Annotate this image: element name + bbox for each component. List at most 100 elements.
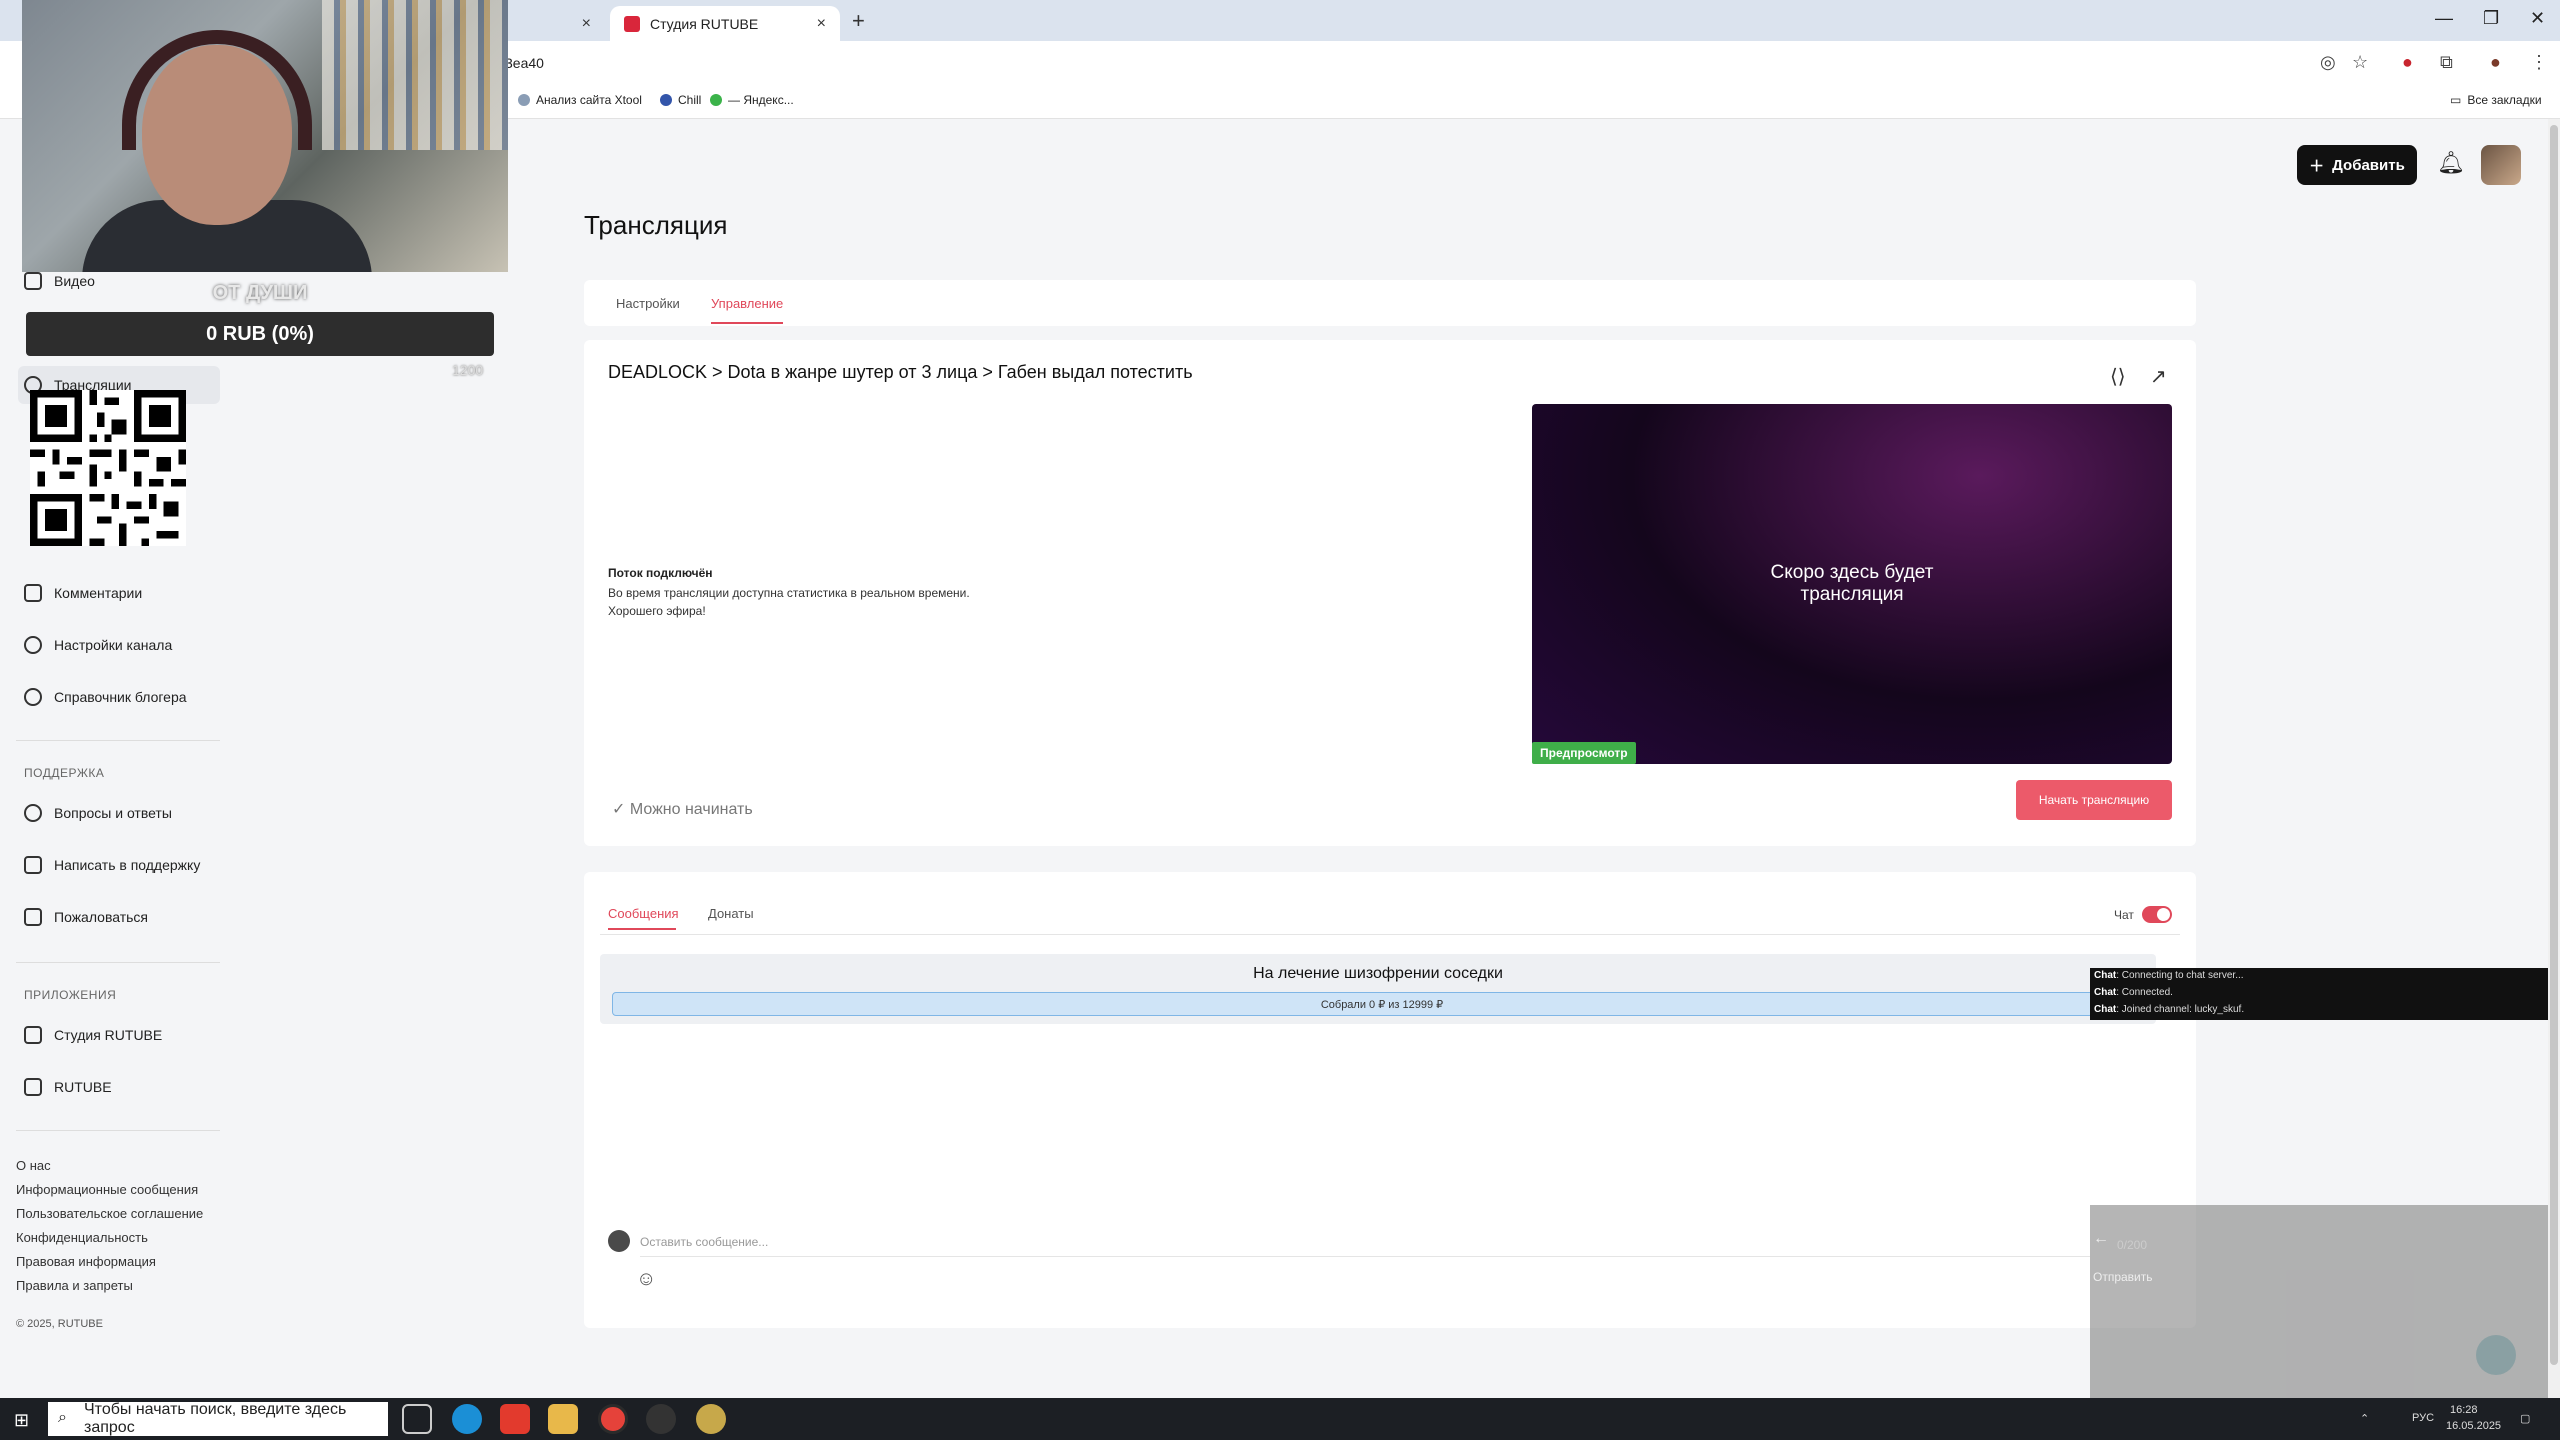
bookshelf (322, 0, 508, 150)
sidebar-item-rutube[interactable]: RUTUBE (24, 1078, 112, 1096)
close-window-button[interactable]: ✕ (2530, 8, 2545, 29)
puzzle-icon[interactable]: ⧉ (2440, 52, 2453, 73)
active-tab-indicator (608, 928, 676, 930)
sidebar-divider (16, 1130, 220, 1131)
tab-title: Студия RUTUBE (650, 15, 759, 32)
sidebar-item-comments[interactable]: Комментарии (24, 584, 142, 602)
active-tab-indicator (711, 322, 783, 324)
new-tab-button[interactable]: + (852, 8, 865, 34)
page-title: Трансляция (584, 210, 728, 240)
app-icon[interactable] (696, 1404, 726, 1434)
chat-card (584, 872, 2196, 1328)
taskbar-search[interactable]: ⌕ Чтобы начать поиск, введите здесь запр… (48, 1401, 388, 1436)
ready-status: ✓ Можно начинать (612, 801, 753, 818)
footer-link[interactable]: О нас (16, 1158, 51, 1173)
stream-status-text: Хорошего эфира! (608, 604, 706, 618)
chat-log-row: Chat: Connected. (2094, 987, 2173, 998)
sidebar-item-contact-support[interactable]: Написать в поддержку (24, 856, 200, 874)
tab-settings[interactable]: Настройки (616, 296, 680, 311)
sidebar-item-video[interactable]: Видео (24, 272, 95, 290)
fundraiser-title: На лечение шизофрении соседки (1253, 965, 1503, 982)
bookmark-item[interactable]: Анализ сайта Xtool (518, 93, 642, 107)
sidebar-item-channel-settings[interactable]: Настройки канала (24, 636, 172, 654)
scrollbar-thumb[interactable] (2550, 125, 2558, 1365)
check-icon: ✓ (612, 801, 626, 818)
tab-close-icon[interactable]: × (817, 15, 826, 33)
send-button[interactable]: Отправить (2093, 1270, 2153, 1284)
minimize-button[interactable]: — (2435, 8, 2453, 29)
bell-icon[interactable]: 🔔︎ (2437, 150, 2465, 180)
page-tabs-card (584, 280, 2196, 326)
fundraiser-progress: Собрали 0 ₽ из 12999 ₽ (612, 992, 2152, 1016)
language-indicator[interactable]: РУС (2412, 1412, 2434, 1424)
footer-link[interactable]: Конфиденциальность (16, 1230, 148, 1245)
footer-link[interactable]: Информационные сообщения (16, 1182, 198, 1197)
copyright: © 2025, RUTUBE (16, 1318, 103, 1330)
start-broadcast-button[interactable]: Начать трансляцию (2016, 780, 2172, 820)
external-link-icon[interactable]: ↗ (2150, 364, 2167, 389)
footer-link[interactable]: Пользовательское соглашение (16, 1206, 203, 1221)
chat-toggle-label: Чат (2114, 908, 2134, 922)
folder-icon[interactable] (548, 1404, 578, 1434)
clock-time[interactable]: 16:28 (2450, 1404, 2478, 1416)
comment-icon (24, 584, 42, 602)
clock-date[interactable]: 16.05.2025 (2446, 1420, 2501, 1432)
bookmark-item[interactable]: Chill (660, 93, 701, 107)
gear-icon (24, 636, 42, 654)
tab-close-icon[interactable]: × (582, 15, 591, 33)
tab-management[interactable]: Управление (711, 296, 783, 311)
stream-status-text: Во время трансляции доступна статистика … (608, 586, 970, 600)
tab-messages[interactable]: Сообщения (608, 906, 679, 921)
footer-link[interactable]: Правила и запреты (16, 1278, 133, 1293)
yandex-icon[interactable] (500, 1404, 530, 1434)
extension-badge-icon[interactable]: ● (2402, 52, 2413, 73)
chrome-icon[interactable] (598, 1404, 628, 1434)
sidebar-heading-apps: ПРИЛОЖЕНИЯ (24, 988, 117, 1002)
chat-toggle[interactable] (2142, 906, 2172, 923)
kebab-menu-icon[interactable]: ⋮ (2530, 52, 2548, 73)
plus-icon: ＋ (2309, 157, 2325, 175)
windows-start-icon[interactable]: ⊞ (14, 1410, 29, 1431)
tray-chevron-icon[interactable]: ⌃ (2360, 1412, 2369, 1425)
avatar[interactable] (2481, 145, 2521, 185)
sidebar-item-faq[interactable]: Вопросы и ответы (24, 804, 172, 822)
notification-icon[interactable]: ▢ (2520, 1412, 2530, 1425)
profile-icon[interactable]: ● (2490, 52, 2501, 73)
chat-divider (600, 934, 2180, 935)
webcam-overlay (22, 0, 508, 272)
sidebar-item-report[interactable]: Пожаловаться (24, 908, 148, 926)
sidebar-item-blogger-guide[interactable]: Справочник блогера (24, 688, 187, 706)
chat-fab-icon[interactable] (2476, 1335, 2516, 1375)
browser-tab-active[interactable]: Студия RUTUBE × (610, 6, 840, 41)
char-counter: 0/200 (2117, 1238, 2148, 1252)
tab-donations[interactable]: Донаты (708, 906, 754, 921)
breadcrumb: DEADLOCK > Dota в жанре шутер от 3 лица … (608, 362, 1193, 382)
flag-icon (24, 908, 42, 926)
mail-icon (24, 856, 42, 874)
share-icon[interactable]: ⟨⟩ (2110, 364, 2126, 389)
bookmark-icon (518, 94, 530, 106)
sidebar-divider (16, 740, 220, 741)
sidebar-item-rutube-studio[interactable]: Студия RUTUBE (24, 1026, 162, 1044)
bookmark-icon (660, 94, 672, 106)
folder-icon: ▭ (2450, 93, 2462, 107)
bookmark-item[interactable]: — Яндекс... (710, 93, 794, 107)
donation-goal: 1200 (452, 362, 484, 378)
message-input[interactable] (640, 1227, 2090, 1257)
restore-button[interactable]: ❐ (2483, 8, 2499, 29)
add-button[interactable]: ＋ Добавить (2297, 145, 2417, 185)
footer-link[interactable]: Правовая информация (16, 1254, 156, 1269)
obs-icon[interactable] (646, 1404, 676, 1434)
edge-icon[interactable] (452, 1404, 482, 1434)
bookmark-icon (710, 94, 722, 106)
arrow-left-icon[interactable]: ← (2093, 1230, 2109, 1248)
emoji-icon[interactable]: ☺ (636, 1268, 656, 1291)
star-icon[interactable]: ☆ (2352, 52, 2368, 73)
all-bookmarks[interactable]: ▭ Все закладки (2450, 93, 2542, 107)
chat-log-row: Chat: Joined channel: lucky_skuf. (2094, 1004, 2245, 1015)
url-text[interactable]: 3ea40 (505, 55, 544, 71)
stream-status-title: Поток подключён (608, 566, 713, 580)
eye-off-icon[interactable]: ◎ (2320, 52, 2336, 73)
task-view-icon[interactable] (402, 1404, 432, 1434)
donation-widget-title: ОТ ДУШИ (212, 282, 308, 304)
